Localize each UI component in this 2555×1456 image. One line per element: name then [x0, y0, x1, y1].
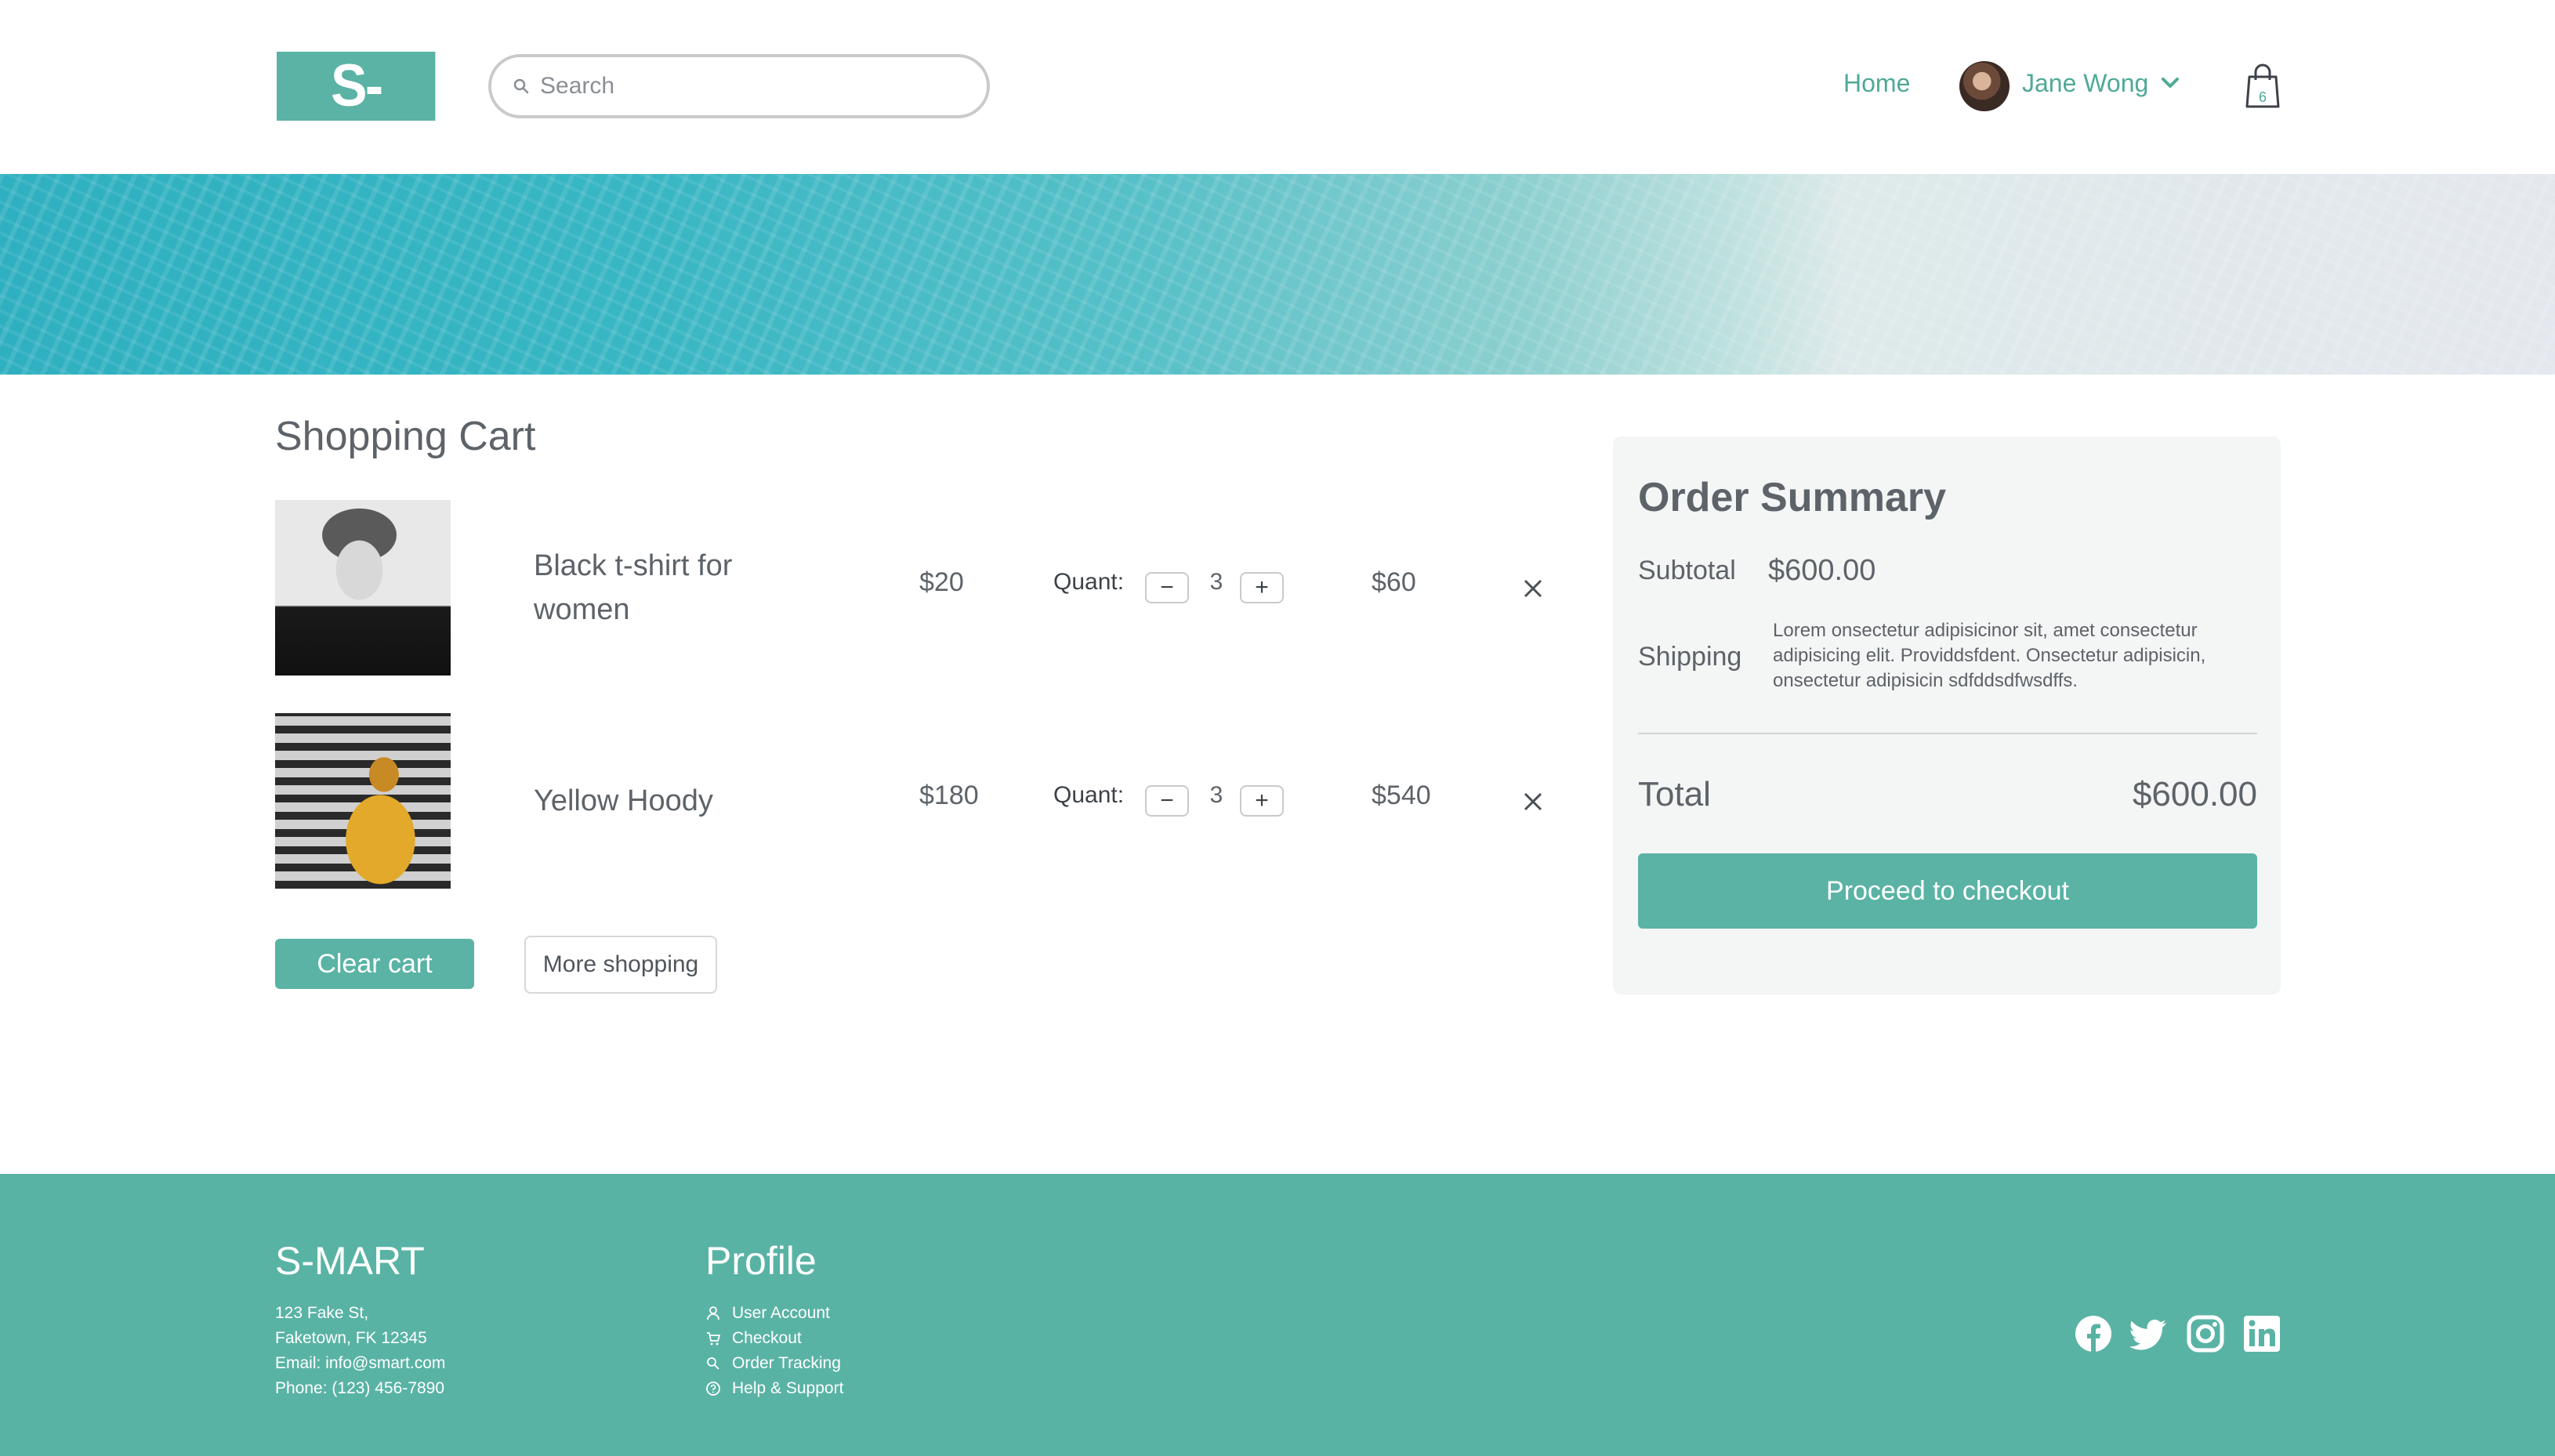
shipping-description: Lorem onsectetur adipisicinor sit, amet … — [1773, 620, 2206, 691]
line-total: $60 — [1372, 567, 1416, 597]
instagram-icon[interactable] — [2187, 1315, 2224, 1353]
order-summary-panel: Order Summary Subtotal $600.00 Shipping … — [1613, 436, 2281, 994]
increase-quantity-button[interactable]: + — [1240, 785, 1284, 817]
product-image[interactable] — [275, 500, 451, 675]
product-price: $180 — [919, 781, 979, 810]
contact-email: Email: info@smart.com — [275, 1354, 446, 1372]
shopping-bag-icon[interactable]: 6 — [2243, 63, 2282, 110]
cart-count-badge: 6 — [2259, 89, 2267, 105]
product-name[interactable]: Black t-shirt for women — [534, 544, 792, 632]
nav-home-link[interactable]: Home — [1843, 69, 1910, 98]
help-icon — [706, 1382, 720, 1396]
quantity-label: Quant: — [1053, 569, 1125, 595]
twitter-icon[interactable] — [2130, 1315, 2168, 1353]
footer-link-item[interactable]: Checkout — [705, 1326, 843, 1351]
footer-profile-links: User Account Checkout Order Tracking Hel… — [705, 1301, 843, 1401]
contact-phone: Phone: (123) 456-7890 — [275, 1379, 444, 1397]
footer-link-user-account[interactable]: User Account — [732, 1301, 830, 1326]
footer-link-checkout[interactable]: Checkout — [732, 1326, 802, 1351]
hero-banner — [0, 174, 2555, 375]
quantity-value: 3 — [1209, 782, 1223, 808]
subtotal-label: Subtotal — [1638, 556, 1736, 585]
quantity-value: 3 — [1209, 569, 1223, 595]
footer-brand: S-MART — [275, 1239, 425, 1283]
total-label: Total — [1638, 775, 1711, 813]
product-name[interactable]: Yellow Hoody — [534, 779, 792, 823]
clear-cart-button[interactable]: Clear cart — [275, 939, 474, 989]
increase-quantity-button[interactable]: + — [1240, 572, 1284, 603]
linkedin-icon[interactable] — [2243, 1315, 2281, 1353]
order-summary-title: Order Summary — [1638, 475, 1947, 520]
avatar[interactable] — [1959, 61, 2010, 111]
facebook-icon[interactable] — [2075, 1315, 2112, 1353]
footer-link-help-support[interactable]: Help & Support — [732, 1376, 843, 1401]
search-icon — [513, 78, 529, 94]
site-header: S-MART Home Jane Wong 6 — [0, 0, 2555, 188]
decrease-quantity-button[interactable]: − — [1145, 785, 1189, 817]
page-title: Shopping Cart — [275, 414, 536, 459]
product-image[interactable] — [275, 713, 451, 889]
close-icon[interactable] — [1521, 790, 1545, 813]
address-line: Faketown, FK 12345 — [275, 1329, 427, 1347]
more-shopping-button[interactable]: More shopping — [524, 936, 717, 994]
footer-profile-title: Profile — [705, 1239, 817, 1283]
search-icon — [707, 1357, 719, 1370]
footer-link-order-tracking[interactable]: Order Tracking — [732, 1351, 841, 1376]
search-bar[interactable] — [488, 54, 990, 118]
chevron-down-icon[interactable] — [2160, 75, 2180, 91]
footer-contact: 123 Fake St, Faketown, FK 12345 Email: i… — [275, 1301, 445, 1401]
logo[interactable]: S-MART — [277, 52, 436, 188]
summary-divider — [1638, 733, 2257, 734]
decrease-quantity-button[interactable]: − — [1145, 572, 1189, 603]
footer-link-item[interactable]: Help & Support — [705, 1376, 843, 1401]
user-icon — [707, 1306, 719, 1320]
line-total: $540 — [1372, 781, 1431, 810]
cart-icon — [707, 1332, 720, 1346]
subtotal-value: $600.00 — [1768, 554, 1876, 587]
search-input[interactable] — [540, 65, 963, 107]
total-value: $600.00 — [2132, 775, 2257, 813]
shipping-label: Shipping — [1638, 642, 1742, 672]
user-menu-name[interactable]: Jane Wong — [2022, 69, 2148, 98]
proceed-to-checkout-button[interactable]: Proceed to checkout — [1638, 853, 2257, 929]
footer-link-item[interactable]: User Account — [705, 1301, 843, 1326]
cart-item: Black t-shirt for women $20 Quant: − 3 +… — [275, 500, 1553, 675]
footer-link-item[interactable]: Order Tracking — [705, 1351, 843, 1376]
site-footer: S-MART 123 Fake St, Faketown, FK 12345 E… — [0, 1174, 2555, 1456]
product-price: $20 — [919, 567, 964, 597]
close-icon[interactable] — [1521, 577, 1545, 600]
cart-item: Yellow Hoody $180 Quant: − 3 + $540 — [275, 713, 1553, 889]
quantity-label: Quant: — [1053, 782, 1125, 808]
address-line: 123 Fake St, — [275, 1304, 369, 1322]
